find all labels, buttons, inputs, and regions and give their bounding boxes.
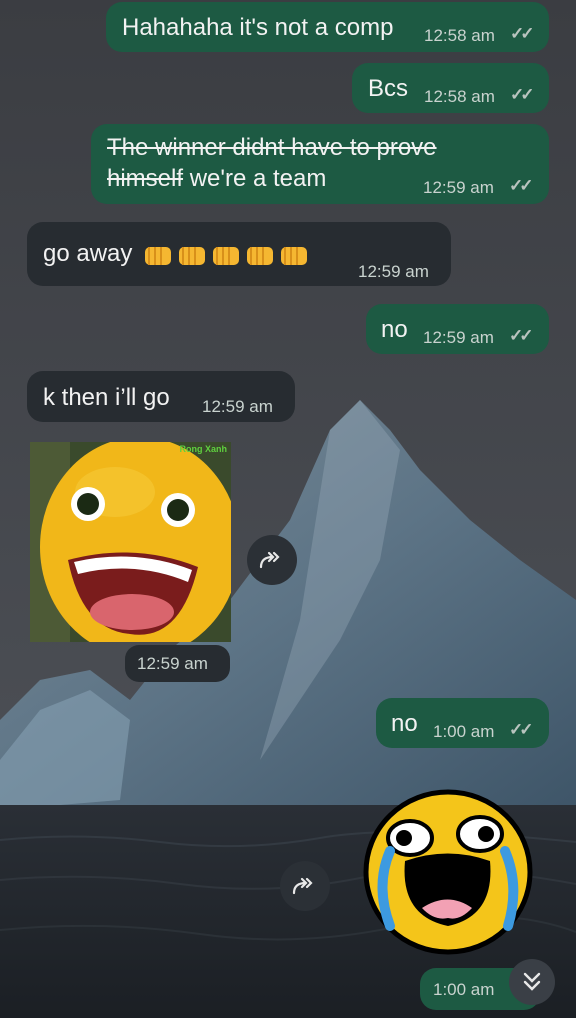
message-time: 12:59 am [423,178,494,197]
message-time: 1:00 am [433,980,495,999]
message-time: 12:59 am [202,397,273,416]
message-time: 12:59 am [358,262,429,281]
message-text: k then i’ll go [43,384,170,411]
forward-button[interactable] [280,861,330,911]
message-bubble-incoming[interactable]: go away 12:59 am [27,222,451,286]
fist-emoji [247,246,274,265]
message-bubble-outgoing[interactable]: no 1:00 am ✓✓ [376,698,549,748]
message-bubble-incoming[interactable]: k then i’ll go 12:59 am [27,371,295,422]
fist-emoji [213,246,240,265]
message-time: 1:00 am [433,722,495,741]
forward-icon [292,877,313,895]
message-time: 12:59 am [423,328,494,347]
message-text: Hahahaha it's not a comp [122,14,394,41]
message-text: no [391,710,418,737]
double-check-icon: ✓✓ [509,326,533,345]
message-bubble-outgoing[interactable]: The winner didnt have to prove himself w… [91,124,549,204]
message-bubble-outgoing[interactable]: no 12:59 am ✓✓ [366,304,549,354]
crying-emoji-sticker[interactable] [360,786,540,956]
double-check-icon: ✓✓ [509,720,533,739]
double-check-icon: ✓✓ [510,85,534,104]
fist-emoji [145,246,172,265]
forward-button[interactable] [247,535,297,585]
forward-icon [259,551,280,569]
message-text: go away [43,240,309,268]
sticker-image[interactable]: Rong Xanh [30,442,231,642]
message-text-strikethrough: The winner didnt have to prove [107,134,437,161]
fist-emoji-group [139,240,309,267]
message-text-line2: himself we're a team [107,165,327,192]
message-time: 12:58 am [424,87,495,106]
yellow-character-sticker [30,442,231,642]
message-bubble-outgoing[interactable]: Bcs 12:58 am ✓✓ [352,63,549,113]
fist-emoji [179,246,206,265]
message-time: 12:58 am [424,26,495,45]
chevron-double-down-icon [523,972,541,991]
fist-emoji [281,246,308,265]
message-time: 12:59 am [137,654,208,673]
message-text: Bcs [368,75,409,102]
message-text: no [381,316,408,343]
scroll-to-bottom-button[interactable] [509,959,555,1005]
double-check-icon: ✓✓ [510,24,534,43]
sticker-watermark: Rong Xanh [179,444,228,454]
double-check-icon: ✓✓ [509,176,533,195]
message-bubble-outgoing[interactable]: Hahahaha it's not a comp 12:58 am ✓✓ [106,2,549,52]
sticker-time-pill: 12:59 am [125,645,230,682]
